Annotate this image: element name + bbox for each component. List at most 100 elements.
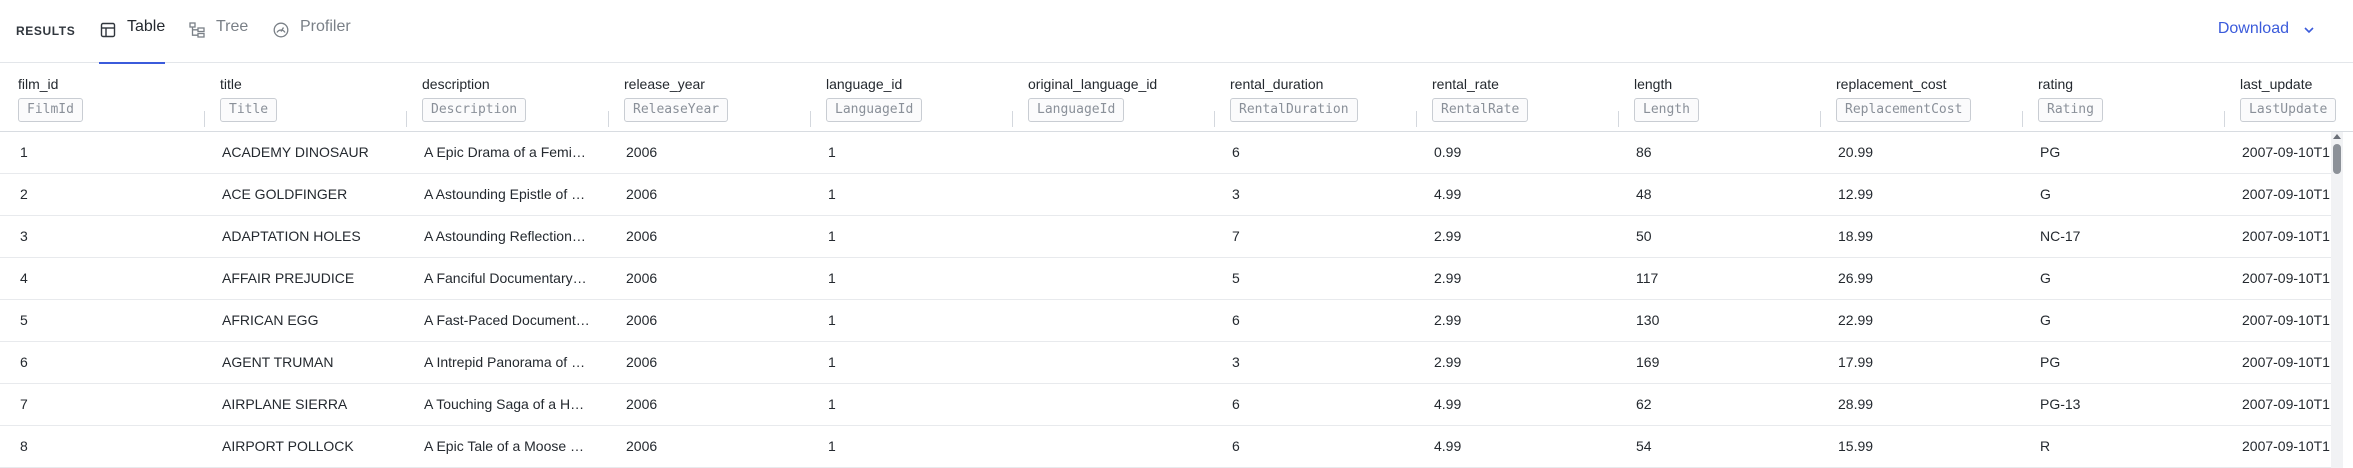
column-filter-input[interactable]: RentalDuration — [1230, 98, 1358, 122]
tab-profiler[interactable]: Profiler — [272, 18, 351, 62]
table-row[interactable]: 7 AIRPLANE SIERRA A Touching Saga of a H… 2… — [0, 384, 2335, 426]
table-cell-title: ACADEMY DINOSAUR — [222, 144, 369, 160]
tab-table[interactable]: Table — [99, 18, 165, 64]
table-cell-last-update: 2007-09-10T1 — [2242, 228, 2330, 244]
table-cell-description: A Touching Saga of a H… — [424, 396, 585, 412]
tree-icon — [188, 21, 206, 39]
table-cell-film-id: 1 — [20, 144, 28, 160]
table-row[interactable]: 3 ADAPTATION HOLES A Astounding Reflection… — [0, 216, 2335, 258]
column-header-rental-rate[interactable]: rental_rate RentalRate — [1432, 74, 1529, 122]
column-name: rental_rate — [1432, 76, 1499, 92]
tab-tree[interactable]: Tree — [188, 18, 248, 62]
table-cell-original-language-id — [1030, 426, 1210, 467]
table-cell-last-update: 2007-09-10T1 — [2242, 438, 2330, 454]
table-cell-description: A Astounding Reflection… — [424, 228, 586, 244]
column-filter-input[interactable]: LanguageId — [1028, 98, 1125, 122]
table-cell-rating: G — [2040, 186, 2051, 202]
column-resize-handle[interactable] — [204, 111, 205, 127]
table-cell-original-language-id — [1030, 132, 1210, 173]
table-cell-rental-rate: 2.99 — [1434, 270, 1462, 286]
table-cell-rental-duration: 5 — [1232, 270, 1240, 286]
download-label: Download — [2217, 20, 2289, 37]
column-resize-handle[interactable] — [1618, 111, 1619, 127]
column-header-replacement-cost[interactable]: replacement_cost ReplacementCost — [1836, 74, 1972, 122]
column-resize-handle[interactable] — [2022, 111, 2023, 127]
table-cell-replacement-cost: 17.99 — [1838, 354, 1874, 370]
column-header-rental-duration[interactable]: rental_duration RentalDuration — [1230, 74, 1358, 122]
table-cell-rental-rate: 2.99 — [1434, 354, 1462, 370]
tab-tree-label: Tree — [216, 18, 249, 35]
table-row[interactable]: 1 ACADEMY DINOSAUR A Epic Drama of a Femi…… — [0, 132, 2335, 174]
results-label: RESULTS — [16, 24, 76, 38]
column-resize-handle[interactable] — [1012, 111, 1013, 127]
vertical-scrollbar[interactable] — [2331, 132, 2343, 468]
column-filter-input[interactable]: FilmId — [18, 98, 83, 122]
table-cell-rental-duration: 3 — [1232, 186, 1240, 202]
scroll-up-icon[interactable] — [2333, 134, 2341, 139]
column-resize-handle[interactable] — [1820, 111, 1821, 127]
download-button[interactable]: Download — [2218, 20, 2315, 38]
table-cell-original-language-id — [1030, 342, 1210, 383]
column-filter-input[interactable]: ReleaseYear — [624, 98, 729, 122]
table-row[interactable]: 2 ACE GOLDFINGER A Astounding Epistle of …… — [0, 174, 2335, 216]
column-name: replacement_cost — [1836, 76, 1947, 92]
table-cell-title: ADAPTATION HOLES — [222, 228, 361, 244]
table-cell-length: 54 — [1636, 438, 1652, 454]
table-row[interactable]: 4 AFFAIR PREJUDICE A Fanciful Documentary … — [0, 258, 2335, 300]
column-name: language_id — [826, 76, 903, 92]
column-filter-input[interactable]: Title — [220, 98, 278, 122]
column-filter-input[interactable]: RentalRate — [1432, 98, 1529, 122]
table-cell-length: 86 — [1636, 144, 1652, 160]
table-cell-language-id: 1 — [828, 270, 836, 286]
table-cell-rental-duration: 6 — [1232, 312, 1240, 328]
column-filter-input[interactable]: LanguageId — [826, 98, 923, 122]
column-name: rental_duration — [1230, 76, 1324, 92]
table-cell-language-id: 1 — [828, 354, 836, 370]
table-row[interactable]: 6 AGENT TRUMAN A Intrepid Panorama of … 200… — [0, 342, 2335, 384]
column-filter-input[interactable]: ReplacementCost — [1836, 98, 1972, 122]
table-cell-title: AGENT TRUMAN — [222, 354, 334, 370]
scrollbar-thumb[interactable] — [2333, 144, 2341, 174]
column-resize-handle[interactable] — [406, 111, 407, 127]
results-grid: film_id FilmId title Title description Descri… — [0, 64, 2353, 468]
column-resize-handle[interactable] — [2224, 111, 2225, 127]
column-header-last-update[interactable]: last_update LastUpdate — [2240, 74, 2337, 122]
table-cell-language-id: 1 — [828, 438, 836, 454]
table-cell-film-id: 5 — [20, 312, 28, 328]
table-cell-original-language-id — [1030, 300, 1210, 341]
table-row[interactable]: 5 AFRICAN EGG A Fast-Paced Document… 2006 1 6… — [0, 300, 2335, 342]
results-toolbar: RESULTS Table Tree Profiler Download — [0, 0, 2353, 64]
column-resize-handle[interactable] — [1416, 111, 1417, 127]
column-header-title[interactable]: title Title — [220, 74, 278, 122]
column-resize-handle[interactable] — [1214, 111, 1215, 127]
profiler-icon — [272, 21, 290, 39]
table-cell-title: ACE GOLDFINGER — [222, 186, 348, 202]
table-cell-film-id: 7 — [20, 396, 28, 412]
table-cell-film-id: 2 — [20, 186, 28, 202]
column-name: title — [220, 76, 242, 92]
table-cell-description: A Fanciful Documentary … — [424, 270, 590, 286]
column-filter-input[interactable]: Rating — [2038, 98, 2103, 122]
column-header-language-id[interactable]: language_id LanguageId — [826, 74, 923, 122]
table-cell-last-update: 2007-09-10T1 — [2242, 312, 2330, 328]
table-cell-rental-rate: 4.99 — [1434, 396, 1462, 412]
column-header-original-language-id[interactable]: original_language_id LanguageId — [1028, 74, 1157, 122]
column-filter-input[interactable]: Length — [1634, 98, 1699, 122]
column-filter-input[interactable]: Description — [422, 98, 527, 122]
table-row[interactable]: 8 AIRPORT POLLOCK A Epic Tale of a Moose …… — [0, 426, 2335, 468]
column-header-release-year[interactable]: release_year ReleaseYear — [624, 74, 729, 122]
table-cell-length: 169 — [1636, 354, 1660, 370]
column-resize-handle[interactable] — [810, 111, 811, 127]
column-name: film_id — [18, 76, 59, 92]
table-cell-language-id: 1 — [828, 396, 836, 412]
table-cell-rental-duration: 6 — [1232, 438, 1240, 454]
column-filter-input[interactable]: LastUpdate — [2240, 98, 2337, 122]
table-cell-rating: R — [2040, 438, 2051, 454]
column-header-film-id[interactable]: film_id FilmId — [18, 74, 83, 122]
column-header-rating[interactable]: rating Rating — [2038, 74, 2103, 122]
column-name: description — [422, 76, 490, 92]
column-header-length[interactable]: length Length — [1634, 74, 1699, 122]
table-cell-rating: PG-13 — [2040, 396, 2081, 412]
column-header-description[interactable]: description Description — [422, 74, 527, 122]
column-resize-handle[interactable] — [608, 111, 609, 127]
